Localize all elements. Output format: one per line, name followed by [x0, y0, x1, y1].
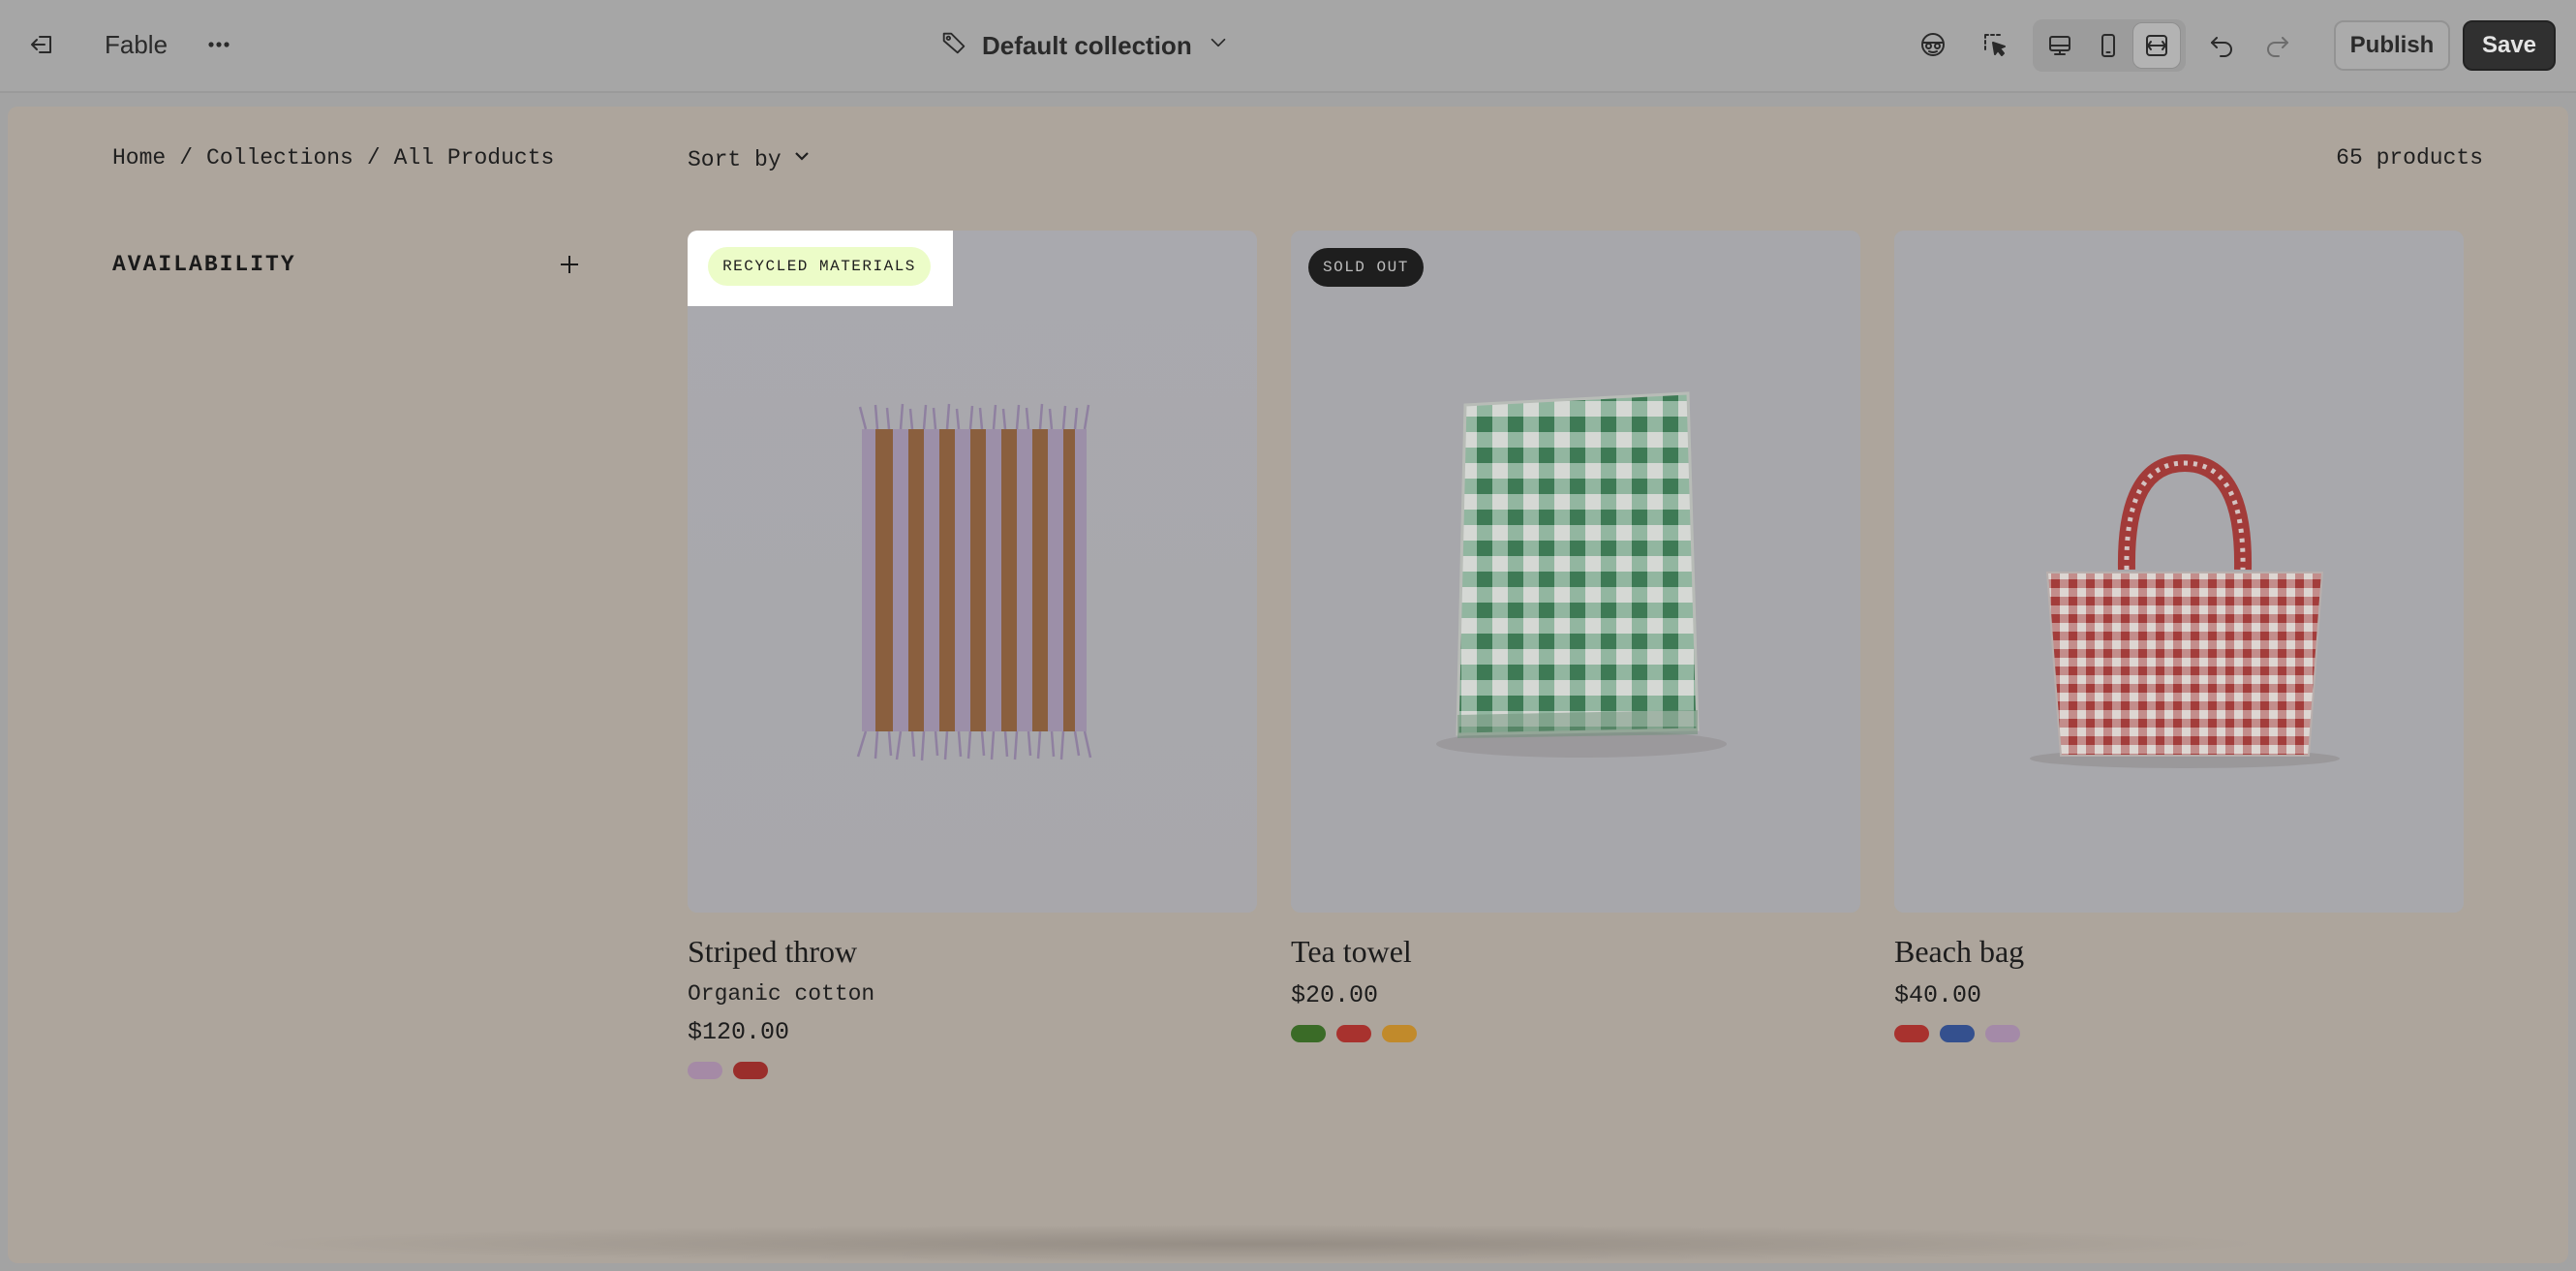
- publish-button[interactable]: Publish: [2334, 20, 2450, 71]
- inspect-select-icon[interactable]: [1970, 19, 2020, 70]
- breadcrumb: Home / Collections / All Products: [112, 145, 554, 170]
- badge-sold-out: SOLD OUT: [1308, 248, 1424, 287]
- product-price: $20.00: [1291, 981, 1379, 1009]
- product-subtitle: Organic cotton: [688, 981, 875, 1007]
- app-name[interactable]: Fable: [105, 25, 168, 64]
- beach-bag-image: [1894, 231, 2464, 913]
- undo-icon[interactable]: [2196, 19, 2247, 70]
- breadcrumb-separator: /: [366, 145, 381, 170]
- chevron-down-icon: [791, 145, 813, 173]
- save-button[interactable]: Save: [2463, 20, 2556, 71]
- editor-topbar: Fable Default collection Publish Save: [0, 0, 2576, 93]
- product-card[interactable]: Beach bag $40.00: [1894, 231, 2464, 1042]
- product-price: $40.00: [1894, 981, 1982, 1009]
- color-swatches: [1894, 1025, 2464, 1042]
- product-title[interactable]: Striped throw: [688, 934, 1257, 970]
- striped-throw-image: [688, 231, 1257, 913]
- swatch-red[interactable]: [733, 1062, 768, 1079]
- viewport-toggle-group: [2033, 19, 2186, 72]
- more-horizontal-icon[interactable]: [194, 19, 244, 70]
- product-price: $120.00: [688, 1018, 790, 1046]
- product-image[interactable]: [1894, 231, 2464, 913]
- plus-icon[interactable]: [552, 247, 587, 282]
- swatch-lilac[interactable]: [1985, 1025, 2020, 1042]
- color-swatches: [1291, 1025, 1860, 1042]
- product-image[interactable]: RECYCLED MATERIALS: [688, 231, 1257, 913]
- redo-icon[interactable]: [2253, 19, 2303, 70]
- badge-recycled-materials: RECYCLED MATERIALS: [708, 247, 931, 286]
- swatch-red[interactable]: [1894, 1025, 1929, 1042]
- product-count: 65 products: [2336, 145, 2483, 170]
- swatch-lilac[interactable]: [688, 1062, 722, 1079]
- color-swatches: [688, 1062, 1257, 1079]
- breadcrumb-all-products: All Products: [393, 145, 555, 170]
- desktop-view-icon[interactable]: [2036, 22, 2084, 69]
- collection-title: Default collection: [982, 30, 1192, 60]
- breadcrumb-collections[interactable]: Collections: [206, 145, 353, 170]
- filter-availability-label[interactable]: AVAILABILITY: [112, 252, 296, 277]
- tea-towel-image: [1291, 231, 1860, 913]
- sort-dropdown[interactable]: Sort by: [688, 145, 813, 173]
- tag-icon: [939, 28, 968, 64]
- exit-icon[interactable]: [17, 19, 68, 70]
- sort-label: Sort by: [688, 146, 782, 172]
- storefront-preview: Home / Collections / All Products Sort b…: [8, 107, 2568, 1263]
- swatch-blue[interactable]: [1940, 1025, 1975, 1042]
- breadcrumb-home[interactable]: Home: [112, 145, 166, 170]
- badge-highlight-selection[interactable]: RECYCLED MATERIALS: [688, 231, 953, 306]
- face-icon[interactable]: [1908, 19, 1958, 70]
- product-card[interactable]: SOLD OUT Tea towel $20.00: [1291, 231, 1860, 1042]
- product-title[interactable]: Beach bag: [1894, 934, 2464, 970]
- product-image[interactable]: SOLD OUT: [1291, 231, 1860, 913]
- breadcrumb-separator: /: [179, 145, 194, 170]
- chevron-down-icon: [1206, 30, 1231, 62]
- collection-selector[interactable]: Default collection: [939, 25, 1231, 66]
- product-card[interactable]: RECYCLED MATERIALS Striped throw Organic…: [688, 231, 1257, 1079]
- product-title[interactable]: Tea towel: [1291, 934, 1860, 970]
- swatch-mustard[interactable]: [1382, 1025, 1417, 1042]
- preview-bottom-shadow: [240, 1224, 2274, 1263]
- swatch-green[interactable]: [1291, 1025, 1326, 1042]
- mobile-view-icon[interactable]: [2084, 22, 2132, 69]
- swatch-red[interactable]: [1336, 1025, 1371, 1042]
- fullwidth-view-icon[interactable]: [2132, 22, 2181, 69]
